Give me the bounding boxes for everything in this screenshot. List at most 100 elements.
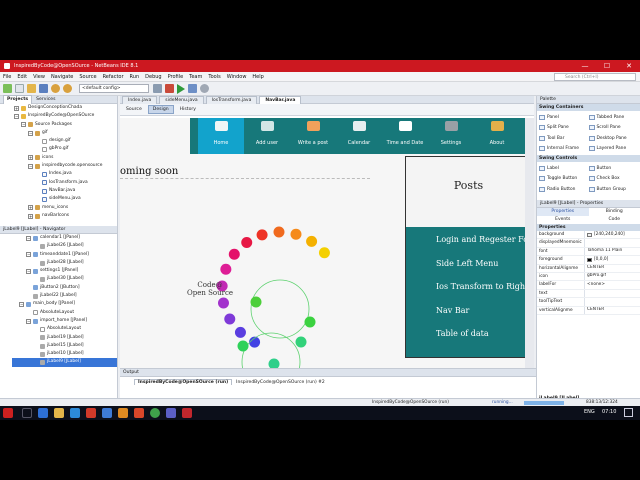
language-indicator[interactable]: ENG [584,409,595,415]
search-icon[interactable] [22,408,32,418]
editor-tab[interactable]: NavBar.java [259,95,302,104]
collapse-icon[interactable]: − [28,130,33,136]
palette-group-header[interactable]: Swing Controls [537,155,640,162]
property-value[interactable] [585,298,640,305]
media-icon[interactable] [166,408,176,418]
expand-icon[interactable]: + [28,155,33,161]
palette-item[interactable]: Desktop Pane [588,133,639,144]
collapse-icon[interactable]: − [21,122,26,128]
property-value[interactable]: CENTER [585,265,640,272]
editor-tab[interactable]: sideMenu.java [159,95,204,104]
tab-services[interactable]: Services [32,96,59,104]
property-row[interactable]: font Tahoma 11 Plain [537,247,640,257]
nav-bar[interactable]: Home Add user Write a post Calendar Time and… [190,118,525,154]
palette-item[interactable]: Layered Pane [588,144,639,155]
powerpoint-icon[interactable] [134,408,144,418]
netbeans-taskbar-icon[interactable] [118,408,128,418]
close-button[interactable]: ✕ [618,60,640,72]
tree-item[interactable]: − timeanddate1 [JPanel] [12,251,117,259]
menu-debug[interactable]: Debug [142,74,164,80]
edge-icon[interactable] [38,408,48,418]
tree-item[interactable]: + DesignConceptionChada [14,104,117,112]
tree-item[interactable]: sideMenu.java [14,195,117,203]
palette-item[interactable]: Tabbed Pane [588,112,639,123]
palette-item[interactable]: Scroll Pane [588,123,639,134]
post-link[interactable]: Side Left Menu [436,259,498,268]
property-row[interactable]: icon gbPro.gif [537,272,640,282]
output-tab-run[interactable]: InspiredByCode@OpenSOurce (run) [134,379,233,385]
property-row[interactable]: background [240,240,240] [537,231,640,240]
menu-file[interactable]: File [0,74,14,80]
menu-source[interactable]: Source [76,74,99,80]
minimize-button[interactable]: — [574,60,596,72]
collapse-icon[interactable]: − [26,268,31,274]
tree-item[interactable]: jLabel15 [JLabel] [12,342,117,350]
editor-subtab-design[interactable]: Design [147,105,174,114]
design-canvas[interactable]: Home Add user Write a post Calendar Time and… [120,118,525,390]
clean-build-icon[interactable] [165,84,174,93]
open-project-icon[interactable] [27,84,36,93]
app-icon[interactable] [86,408,96,418]
property-row[interactable]: horizontalAlignme CENTER [537,264,640,273]
editor-subtab-history[interactable]: History [176,106,200,113]
palette-item[interactable]: Button [588,163,639,174]
property-value[interactable]: gbPro.gif [585,273,640,280]
tree-item[interactable]: jLabel26 [JLabel] [12,242,117,250]
prop-tab-events[interactable]: Events [537,216,589,224]
tab-projects[interactable]: Projects [3,95,33,104]
palette-item[interactable]: Internal Frame [539,144,589,155]
tree-item[interactable]: jLabel30 [JLabel] [12,275,117,283]
profile-icon[interactable] [200,84,209,93]
prop-tab-code[interactable]: Code [589,216,640,224]
post-link[interactable]: Ios Transform to Right side [436,282,525,291]
tree-item[interactable]: IosTransform.java [14,179,117,187]
config-select[interactable]: <default config> [79,84,149,93]
new-file-icon[interactable] [15,84,24,93]
collapse-icon[interactable]: − [19,302,24,308]
post-link[interactable]: Login and Regester Form [436,235,525,244]
palette-item[interactable]: Toggle Button [539,174,589,185]
menu-run[interactable]: Run [127,74,143,80]
tree-item[interactable]: NavBar.java [14,187,117,195]
menu-team[interactable]: Team [186,74,205,80]
property-value[interactable]: Tahoma 11 Plain [585,248,640,255]
word-icon[interactable] [102,408,112,418]
tree-item[interactable]: − Source Packages [14,121,117,129]
post-link[interactable]: Table of data [436,329,489,338]
property-value[interactable] [585,290,640,297]
expand-icon[interactable]: + [28,213,33,219]
tree-item[interactable]: + menu_icons [14,204,117,212]
file-explorer-icon[interactable] [54,408,64,418]
nav-item[interactable]: Write a post [290,118,336,154]
editor-tab[interactable]: Index.java [122,95,158,104]
run-icon[interactable] [177,83,185,94]
expand-icon[interactable]: + [14,105,19,111]
tree-item[interactable]: jLabel10 [JLabel] [12,350,117,358]
property-row[interactable]: verticalAlignme CENTER [537,306,640,315]
property-row[interactable]: labelFor <none> [537,281,640,290]
tree-item[interactable]: design.gif [14,137,117,145]
tree-item[interactable]: − inspiredbycode.opensource [14,162,117,170]
debug-icon[interactable] [188,84,197,93]
undo-icon[interactable] [51,84,60,93]
menu-tools[interactable]: Tools [205,74,223,80]
notifications-icon[interactable] [624,408,633,417]
nav-item[interactable]: Home [198,118,244,154]
property-value[interactable]: <none> [585,281,640,288]
nav-item[interactable]: Time and Date [382,118,428,154]
property-row[interactable]: displayedMnemonic [537,239,640,248]
menu-window[interactable]: Window [224,74,250,80]
editor-vertical-scrollbar[interactable] [525,118,534,390]
tree-item[interactable]: jLabel9 [JLabel] [12,358,117,367]
tree-item[interactable]: − InspiredByCode@OpenSOurce [14,112,117,120]
menu-navigate[interactable]: Navigate [48,74,76,80]
build-icon[interactable] [153,84,162,93]
store-icon[interactable] [70,408,80,418]
collapse-icon[interactable]: − [26,318,31,324]
property-value[interactable]: CENTER [585,307,640,314]
save-all-icon[interactable] [39,84,48,93]
collapse-icon[interactable]: − [14,113,19,119]
property-value[interactable] [585,239,640,246]
prop-tab-properties[interactable]: Properties [537,208,589,216]
tree-item[interactable]: jButton2 [JButton] [12,284,117,292]
